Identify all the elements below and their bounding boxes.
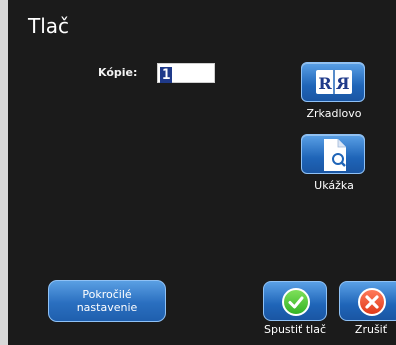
copies-value: 1 [160, 67, 173, 83]
mirror-button[interactable]: R R [301, 62, 365, 102]
cancel-button[interactable] [339, 281, 396, 321]
document-magnifier-icon [302, 139, 366, 179]
copies-label: Kópie: [98, 66, 138, 79]
checkmark-icon [282, 288, 310, 316]
dialog-title: Tlač [28, 14, 70, 38]
preview-label: Ukážka [314, 179, 354, 192]
preview-button[interactable] [301, 134, 365, 174]
cancel-label: Zrušiť [354, 323, 388, 336]
mirror-label: Zrkadlovo [306, 107, 362, 120]
print-dialog: Tlač Kópie: 1 R R Zrkadlovo Ukážka Pokro… [0, 0, 396, 345]
copies-input[interactable]: 1 [157, 63, 215, 83]
advanced-settings-label: Pokročilé nastavenie [76, 288, 138, 314]
start-print-button[interactable] [263, 281, 327, 321]
x-icon [358, 288, 386, 316]
svg-text:R: R [336, 74, 350, 93]
advanced-settings-button[interactable]: Pokročilé nastavenie [48, 280, 166, 322]
mirror-r-icon: R R [302, 70, 366, 107]
start-print-label: Spustiť tlač [263, 323, 326, 336]
svg-text:R: R [318, 74, 332, 93]
